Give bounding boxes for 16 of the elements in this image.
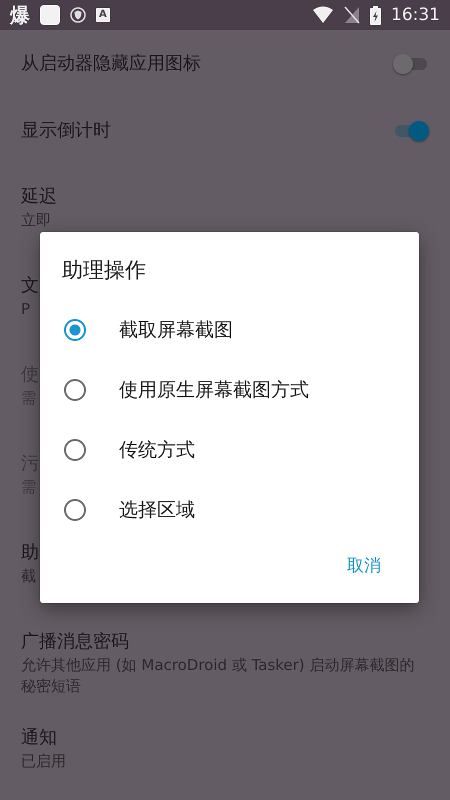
setting-title[interactable]: 广播消息密码 [21, 629, 129, 655]
radio-option[interactable]: 使用原生屏幕截图方式 [40, 360, 419, 420]
radio-option[interactable]: 传统方式 [40, 420, 419, 480]
notification-icon: A [96, 8, 110, 22]
clock-time: 16:31 [391, 5, 440, 25]
notification-icon: 爆 [10, 2, 30, 28]
radio-option[interactable]: 截取屏幕截图 [40, 300, 419, 360]
setting-title[interactable]: 通知 [21, 725, 57, 751]
setting-title: 从启动器隐藏应用图标 [21, 52, 202, 76]
setting-title[interactable]: 延迟 [21, 184, 57, 210]
setting-title: 显示倒计时 [21, 118, 112, 142]
setting-title[interactable]: 文 [21, 273, 39, 299]
dialog-title: 助理操作 [62, 257, 146, 284]
setting-title[interactable]: 助 [21, 540, 39, 566]
cancel-button[interactable]: 取消 [339, 546, 389, 585]
radio-option[interactable]: 选择区域 [40, 480, 419, 540]
